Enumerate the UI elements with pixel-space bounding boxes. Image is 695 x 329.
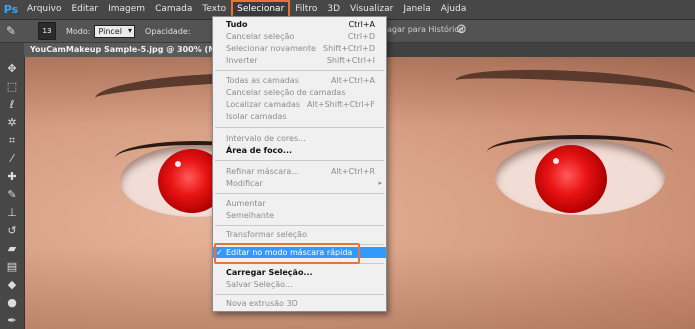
opacity-label: Opacidade: — [144, 26, 191, 36]
menu-separator — [215, 70, 384, 71]
eyedropper-tool-icon[interactable]: ⁄ — [4, 151, 20, 167]
pen-tool-icon[interactable]: ✒ — [4, 313, 20, 329]
eraser-tool-icon[interactable]: ▰ — [4, 241, 20, 257]
menu-item-localizar-camadas[interactable]: Localizar camadas Alt+Shift+Ctrl+F — [213, 99, 386, 110]
brush-tool-icon[interactable]: ✎ — [6, 23, 22, 39]
menu-item-aumentar[interactable]: Aumentar — [213, 198, 386, 209]
menu-item-refinar-mascara[interactable]: Refinar máscara... Alt+Ctrl+R — [213, 166, 386, 177]
menu-item-area-foco[interactable]: Área de foco... — [213, 145, 386, 156]
menu-janela[interactable]: Janela — [398, 0, 435, 19]
callout-highlight-frame — [214, 243, 360, 264]
left-eye-glint — [175, 161, 181, 167]
menu-item-modificar[interactable]: Modificar ▸ — [213, 178, 386, 189]
menu-item-transformar-selecao[interactable]: Transformar seleção — [213, 229, 386, 240]
menu-item-intervalo-cores[interactable]: Intervalo de cores... — [213, 133, 386, 144]
menu-imagem[interactable]: Imagem — [103, 0, 150, 19]
tools-panel: ✥ ⬚ ℓ ✲ ⌗ ⁄ ✚ ✎ ⊥ ↺ ▰ ▤ ◆ ● ✒ — [0, 43, 25, 329]
menu-separator — [215, 294, 384, 295]
right-red-iris — [535, 145, 607, 213]
mode-select[interactable]: Pincel — [94, 24, 135, 38]
menu-arquivo[interactable]: Arquivo — [22, 0, 66, 19]
photoshop-logo: Ps — [3, 3, 19, 16]
menu-item-nova-extrusao-3d[interactable]: Nova extrusão 3D — [213, 298, 386, 309]
healing-brush-icon[interactable]: ✚ — [4, 169, 20, 185]
mode-label: Modo: — [66, 26, 91, 36]
menu-item-isolar-camadas[interactable]: Isolar camadas — [213, 111, 386, 122]
submenu-arrow-icon: ▸ — [378, 179, 382, 187]
menu-item-semelhante[interactable]: Semelhante — [213, 210, 386, 221]
clone-stamp-icon[interactable]: ⊥ — [4, 205, 20, 221]
select-menu-dropdown: Tudo Ctrl+A Cancelar seleção Ctrl+D Sele… — [212, 16, 387, 312]
magic-wand-icon[interactable]: ✲ — [4, 115, 20, 131]
brush-size-picker[interactable]: 13 — [38, 22, 56, 40]
document-tab[interactable]: YouCamMakeup Sample-5.jpg @ 300% (Máscar… — [24, 43, 214, 57]
menu-separator — [215, 127, 384, 128]
marquee-tool-icon[interactable]: ⬚ — [4, 79, 20, 95]
menu-item-todas-camadas[interactable]: Todas as camadas Alt+Ctrl+A — [213, 75, 386, 86]
move-tool-icon[interactable]: ✥ — [4, 61, 20, 77]
menu-separator — [215, 193, 384, 194]
menu-separator — [215, 160, 384, 161]
menu-item-inverter[interactable]: Inverter Shift+Ctrl+I — [213, 55, 386, 66]
menu-ajuda[interactable]: Ajuda — [436, 0, 472, 19]
menu-item-carregar-selecao[interactable]: Carregar Seleção... — [213, 267, 386, 278]
brush-tool-side-icon[interactable]: ✎ — [4, 187, 20, 203]
menu-item-selecionar-novamente[interactable]: Selecionar novamente Shift+Ctrl+D — [213, 43, 386, 54]
tablet-pressure-icon[interactable]: ⊘ — [456, 22, 467, 37]
menu-item-cancelar-selecao[interactable]: Cancelar seleção Ctrl+D — [213, 31, 386, 42]
menu-item-tudo[interactable]: Tudo Ctrl+A — [213, 19, 386, 30]
menu-item-salvar-selecao[interactable]: Salvar Seleção... — [213, 279, 386, 290]
gradient-tool-icon[interactable]: ▤ — [4, 259, 20, 275]
blur-tool-icon[interactable]: ◆ — [4, 277, 20, 293]
history-brush-icon[interactable]: ↺ — [4, 223, 20, 239]
menu-camada[interactable]: Camada — [150, 0, 197, 19]
crop-tool-icon[interactable]: ⌗ — [4, 133, 20, 149]
dodge-tool-icon[interactable]: ● — [4, 295, 20, 311]
history-label[interactable]: agar para Histórico — [387, 25, 464, 34]
menu-editar[interactable]: Editar — [66, 0, 103, 19]
menu-separator — [215, 225, 384, 226]
menu-item-cancelar-selecao-camadas[interactable]: Cancelar seleção de camadas — [213, 87, 386, 98]
lasso-tool-icon[interactable]: ℓ — [4, 97, 20, 113]
right-eye-glint — [553, 158, 559, 164]
